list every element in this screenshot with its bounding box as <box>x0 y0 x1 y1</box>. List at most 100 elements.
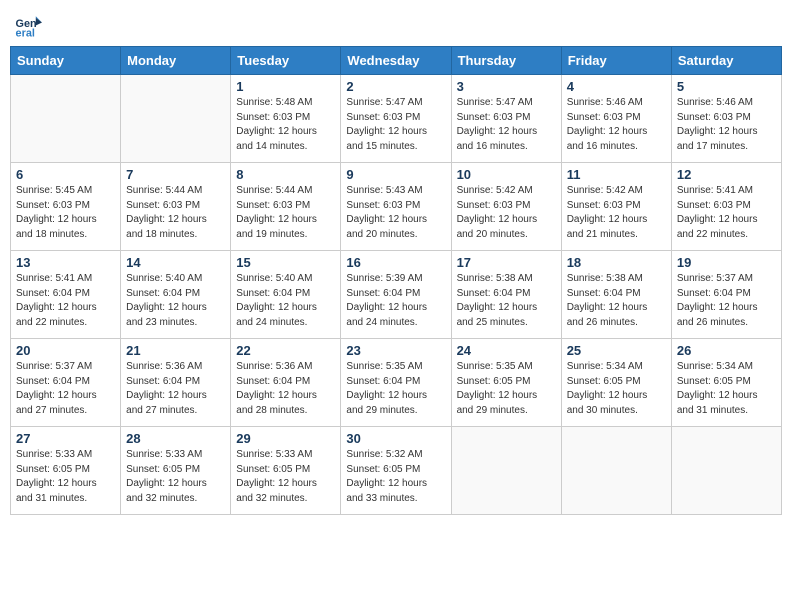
weekday-header: Friday <box>561 47 671 75</box>
calendar-cell: 20Sunrise: 5:37 AM Sunset: 6:04 PM Dayli… <box>11 339 121 427</box>
page-header: Gen eral <box>10 10 782 38</box>
calendar-table: SundayMondayTuesdayWednesdayThursdayFrid… <box>10 46 782 515</box>
calendar-cell <box>121 75 231 163</box>
day-number: 27 <box>16 431 115 446</box>
day-info: Sunrise: 5:42 AM Sunset: 6:03 PM Dayligh… <box>457 184 556 242</box>
day-info: Sunrise: 5:44 AM Sunset: 6:03 PM Dayligh… <box>236 184 335 242</box>
calendar-cell: 28 Sunrise: 5:33 AM Sunset: 6:05 PM Dayli… <box>121 427 231 515</box>
day-info: Sunrise: 5:38 AM Sunset: 6:04 PM Dayligh… <box>457 272 556 330</box>
calendar-week-row: 1 Sunrise: 5:48 AM Sunset: 6:03 PM Daylig… <box>11 75 782 163</box>
day-number: 18 <box>567 255 666 270</box>
day-info: Sunrise: 5:42 AM Sunset: 6:03 PM Dayligh… <box>567 184 666 242</box>
day-number: 11 <box>567 167 666 182</box>
calendar-cell: 1 Sunrise: 5:48 AM Sunset: 6:03 PM Daylig… <box>231 75 341 163</box>
calendar-cell <box>451 427 561 515</box>
day-info: Sunrise: 5:45 AM Sunset: 6:03 PM Dayligh… <box>16 184 115 242</box>
day-number: 26 <box>677 343 776 358</box>
day-number: 12 <box>677 167 776 182</box>
day-info: Sunrise: 5:37 AM Sunset: 6:04 PM Dayligh… <box>677 272 776 330</box>
calendar-cell: 10 Sunrise: 5:42 AM Sunset: 6:03 PM Dayli… <box>451 163 561 251</box>
day-info: Sunrise: 5:33 AM Sunset: 6:05 PM Dayligh… <box>126 448 225 506</box>
day-number: 24 <box>457 343 556 358</box>
calendar-week-row: 6 Sunrise: 5:45 AM Sunset: 6:03 PM Daylig… <box>11 163 782 251</box>
day-number: 17 <box>457 255 556 270</box>
calendar-cell: 14Sunrise: 5:40 AM Sunset: 6:04 PM Dayli… <box>121 251 231 339</box>
weekday-header: Sunday <box>11 47 121 75</box>
day-number: 16 <box>346 255 445 270</box>
day-number: 22 <box>236 343 335 358</box>
calendar-cell: 27 Sunrise: 5:33 AM Sunset: 6:05 PM Dayli… <box>11 427 121 515</box>
day-info: Sunrise: 5:38 AM Sunset: 6:04 PM Dayligh… <box>567 272 666 330</box>
logo-icon: Gen eral <box>14 10 42 38</box>
calendar-cell: 2 Sunrise: 5:47 AM Sunset: 6:03 PM Daylig… <box>341 75 451 163</box>
day-number: 15 <box>236 255 335 270</box>
calendar-cell: 22 Sunrise: 5:36 AM Sunset: 6:04 PM Dayli… <box>231 339 341 427</box>
day-info: Sunrise: 5:33 AM Sunset: 6:05 PM Dayligh… <box>16 448 115 506</box>
calendar-cell <box>671 427 781 515</box>
day-info: Sunrise: 5:46 AM Sunset: 6:03 PM Dayligh… <box>677 96 776 154</box>
day-number: 30 <box>346 431 445 446</box>
day-number: 5 <box>677 79 776 94</box>
day-info: Sunrise: 5:35 AM Sunset: 6:05 PM Dayligh… <box>457 360 556 418</box>
calendar-week-row: 13 Sunrise: 5:41 AM Sunset: 6:04 PM Dayli… <box>11 251 782 339</box>
calendar-cell: 21 Sunrise: 5:36 AM Sunset: 6:04 PM Dayli… <box>121 339 231 427</box>
weekday-header: Monday <box>121 47 231 75</box>
day-info: Sunrise: 5:34 AM Sunset: 6:05 PM Dayligh… <box>567 360 666 418</box>
weekday-header: Wednesday <box>341 47 451 75</box>
calendar-cell: 19 Sunrise: 5:37 AM Sunset: 6:04 PM Dayli… <box>671 251 781 339</box>
day-number: 21 <box>126 343 225 358</box>
calendar-cell: 30 Sunrise: 5:32 AM Sunset: 6:05 PM Dayli… <box>341 427 451 515</box>
day-info: Sunrise: 5:39 AM Sunset: 6:04 PM Dayligh… <box>346 272 445 330</box>
calendar-cell: 5 Sunrise: 5:46 AM Sunset: 6:03 PM Daylig… <box>671 75 781 163</box>
calendar-cell: 6 Sunrise: 5:45 AM Sunset: 6:03 PM Daylig… <box>11 163 121 251</box>
day-info: Sunrise: 5:47 AM Sunset: 6:03 PM Dayligh… <box>346 96 445 154</box>
day-info: Sunrise: 5:37 AM Sunset: 6:04 PM Dayligh… <box>16 360 115 418</box>
day-number: 23 <box>346 343 445 358</box>
day-number: 2 <box>346 79 445 94</box>
day-info: Sunrise: 5:46 AM Sunset: 6:03 PM Dayligh… <box>567 96 666 154</box>
calendar-cell: 15 Sunrise: 5:40 AM Sunset: 6:04 PM Dayli… <box>231 251 341 339</box>
day-number: 1 <box>236 79 335 94</box>
day-number: 19 <box>677 255 776 270</box>
calendar-cell: 16 Sunrise: 5:39 AM Sunset: 6:04 PM Dayli… <box>341 251 451 339</box>
day-info: Sunrise: 5:36 AM Sunset: 6:04 PM Dayligh… <box>236 360 335 418</box>
day-info: Sunrise: 5:41 AM Sunset: 6:04 PM Dayligh… <box>16 272 115 330</box>
calendar-cell: 29Sunrise: 5:33 AM Sunset: 6:05 PM Dayli… <box>231 427 341 515</box>
day-info: Sunrise: 5:43 AM Sunset: 6:03 PM Dayligh… <box>346 184 445 242</box>
weekday-header: Tuesday <box>231 47 341 75</box>
calendar-cell: 13 Sunrise: 5:41 AM Sunset: 6:04 PM Dayli… <box>11 251 121 339</box>
day-number: 3 <box>457 79 556 94</box>
calendar-cell: 8 Sunrise: 5:44 AM Sunset: 6:03 PM Daylig… <box>231 163 341 251</box>
day-number: 13 <box>16 255 115 270</box>
day-info: Sunrise: 5:40 AM Sunset: 6:04 PM Dayligh… <box>236 272 335 330</box>
calendar-cell: 26Sunrise: 5:34 AM Sunset: 6:05 PM Dayli… <box>671 339 781 427</box>
day-number: 7 <box>126 167 225 182</box>
day-number: 4 <box>567 79 666 94</box>
day-number: 10 <box>457 167 556 182</box>
day-info: Sunrise: 5:35 AM Sunset: 6:04 PM Dayligh… <box>346 360 445 418</box>
calendar-cell: 11 Sunrise: 5:42 AM Sunset: 6:03 PM Dayli… <box>561 163 671 251</box>
calendar-cell: 17 Sunrise: 5:38 AM Sunset: 6:04 PM Dayli… <box>451 251 561 339</box>
day-info: Sunrise: 5:48 AM Sunset: 6:03 PM Dayligh… <box>236 96 335 154</box>
day-info: Sunrise: 5:47 AM Sunset: 6:03 PM Dayligh… <box>457 96 556 154</box>
calendar-cell: 4 Sunrise: 5:46 AM Sunset: 6:03 PM Daylig… <box>561 75 671 163</box>
calendar-cell: 7Sunrise: 5:44 AM Sunset: 6:03 PM Daylig… <box>121 163 231 251</box>
calendar-cell: 23 Sunrise: 5:35 AM Sunset: 6:04 PM Dayli… <box>341 339 451 427</box>
day-info: Sunrise: 5:33 AM Sunset: 6:05 PM Dayligh… <box>236 448 335 506</box>
day-number: 25 <box>567 343 666 358</box>
calendar-week-row: 27 Sunrise: 5:33 AM Sunset: 6:05 PM Dayli… <box>11 427 782 515</box>
logo: Gen eral <box>14 10 46 38</box>
calendar-cell <box>11 75 121 163</box>
day-number: 8 <box>236 167 335 182</box>
calendar-cell: 24 Sunrise: 5:35 AM Sunset: 6:05 PM Dayli… <box>451 339 561 427</box>
day-number: 9 <box>346 167 445 182</box>
calendar-cell <box>561 427 671 515</box>
day-info: Sunrise: 5:32 AM Sunset: 6:05 PM Dayligh… <box>346 448 445 506</box>
day-info: Sunrise: 5:40 AM Sunset: 6:04 PM Dayligh… <box>126 272 225 330</box>
day-number: 28 <box>126 431 225 446</box>
day-number: 6 <box>16 167 115 182</box>
svg-text:eral: eral <box>16 27 35 38</box>
calendar-cell: 12Sunrise: 5:41 AM Sunset: 6:03 PM Dayli… <box>671 163 781 251</box>
calendar-cell: 25 Sunrise: 5:34 AM Sunset: 6:05 PM Dayli… <box>561 339 671 427</box>
day-info: Sunrise: 5:36 AM Sunset: 6:04 PM Dayligh… <box>126 360 225 418</box>
